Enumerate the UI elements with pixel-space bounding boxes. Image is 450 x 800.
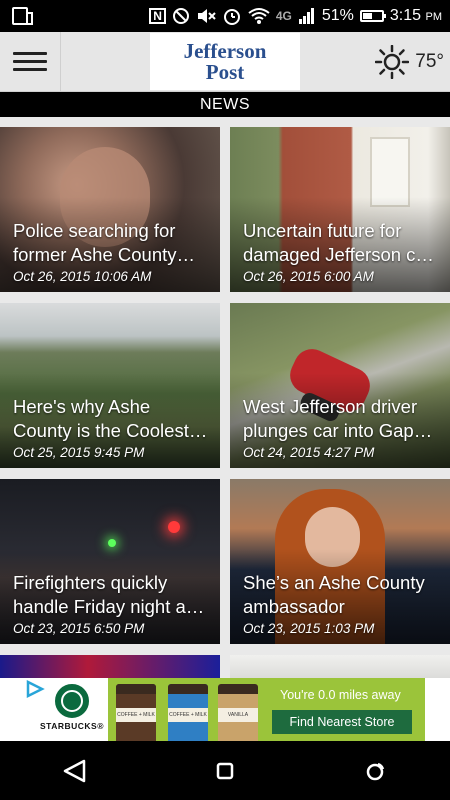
article-card[interactable] [0, 655, 220, 678]
ad-product-image: COFFEE + MILK [116, 684, 156, 741]
network-type: 4G [275, 9, 292, 23]
clock-ampm: PM [425, 11, 443, 23]
article-image [0, 655, 220, 678]
weather-widget[interactable]: 75° [375, 32, 444, 91]
article-card[interactable]: Firefighters quickly handle Friday night… [0, 479, 220, 644]
find-store-button[interactable]: Find Nearest Store [272, 710, 412, 734]
article-headline: She’s an Ashe County ambassador [243, 572, 425, 617]
article-image [230, 655, 450, 678]
ad-product-image: COFFEE + MILK [168, 684, 208, 741]
starbucks-siren-icon [55, 684, 89, 718]
article-date: Oct 24, 2015 4:27 PM [243, 445, 375, 460]
logo-line1: Jefferson [183, 38, 267, 63]
sun-icon [375, 44, 410, 79]
clock-time: 3:15 [389, 7, 422, 24]
article-card[interactable]: Police searching for former Ashe County…… [0, 127, 220, 292]
signal-icon [298, 8, 314, 24]
status-bar: N 4G 51% 3:15 PM [0, 0, 450, 32]
hamburger-icon [13, 52, 47, 55]
mute-icon [197, 9, 216, 23]
article-date: Oct 23, 2015 6:50 PM [13, 621, 145, 636]
back-button[interactable] [45, 751, 105, 791]
article-headline: Police searching for former Ashe County… [13, 220, 195, 265]
article-date: Oct 26, 2015 10:06 AM [13, 269, 152, 284]
system-nav-bar [0, 741, 450, 800]
nfc-icon: N [149, 8, 166, 24]
battery-percent: 51% [321, 7, 354, 24]
home-square-icon [216, 762, 234, 779]
article-card[interactable]: She’s an Ashe County ambassador Oct 23, … [230, 479, 450, 644]
article-headline: Uncertain future for damaged Jefferson c… [243, 220, 434, 265]
wifi-icon [248, 8, 270, 24]
temperature: 75° [415, 50, 444, 72]
clock: 3:15 PM [390, 7, 442, 25]
article-card[interactable]: West Jefferson driver plunges car into G… [230, 303, 450, 468]
article-headline: Here's why Ashe County is the Coolest… [13, 396, 208, 441]
battery-icon [359, 10, 386, 22]
article-date: Oct 26, 2015 6:00 AM [243, 269, 374, 284]
article-headline: Firefighters quickly handle Friday night… [13, 572, 205, 617]
app-logo[interactable]: Jefferson Post [150, 33, 300, 90]
article-date: Oct 23, 2015 1:03 PM [243, 621, 375, 636]
article-headline: West Jefferson driver plunges car into G… [243, 396, 433, 441]
article-card[interactable] [230, 655, 450, 678]
logo-line2: Post [205, 59, 245, 84]
ad-banner[interactable]: STARBUCKS® COFFEE + MILK COFFEE + MILK V… [0, 678, 450, 741]
ad-product-image: VANILLA [218, 684, 258, 741]
section-title: NEWS [0, 92, 450, 117]
ad-creative: COFFEE + MILK COFFEE + MILK VANILLA You'… [108, 678, 425, 741]
do-not-disturb-icon [172, 8, 189, 24]
ad-brand-mark: ® [97, 721, 104, 731]
ad-distance-text: You're 0.0 miles away [280, 688, 401, 702]
alarm-icon [223, 9, 240, 25]
article-date: Oct 25, 2015 9:45 PM [13, 445, 145, 460]
home-button[interactable] [195, 751, 255, 791]
starbucks-logo: STARBUCKS® [37, 684, 107, 738]
screen-mirror-icon [12, 7, 33, 25]
ad-brand: STARBUCKS [40, 721, 98, 731]
article-card[interactable]: Uncertain future for damaged Jefferson c… [230, 127, 450, 292]
recents-button[interactable] [345, 751, 405, 791]
menu-button[interactable] [0, 32, 61, 91]
article-card[interactable]: Here's why Ashe County is the Coolest… O… [0, 303, 220, 468]
app-header: Jefferson Post 75° [0, 32, 450, 92]
back-triangle-icon [63, 759, 86, 782]
recents-icon [366, 762, 385, 780]
